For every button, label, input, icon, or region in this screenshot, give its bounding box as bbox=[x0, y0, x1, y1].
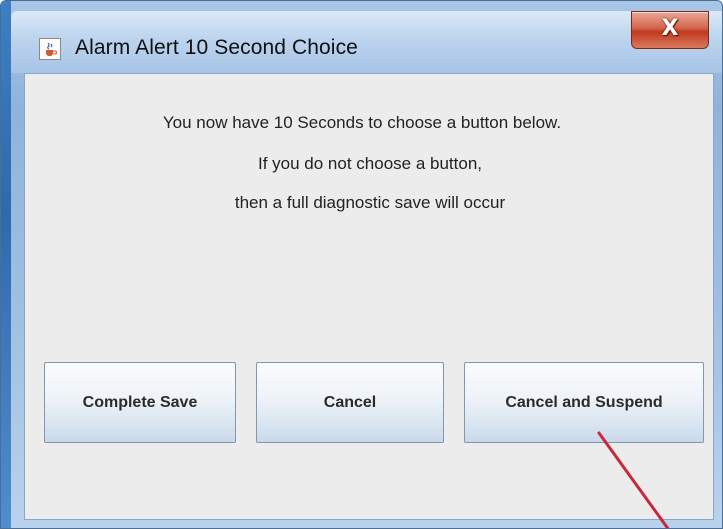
cancel-button[interactable]: Cancel bbox=[256, 362, 444, 443]
title-bar[interactable]: Alarm Alert 10 Second Choice bbox=[11, 11, 722, 73]
desktop-background-strip bbox=[1, 1, 11, 528]
dialog-content: You now have 10 Seconds to choose a butt… bbox=[24, 73, 714, 520]
complete-save-button[interactable]: Complete Save bbox=[44, 362, 236, 443]
window-title: Alarm Alert 10 Second Choice bbox=[75, 36, 358, 59]
close-icon[interactable]: X bbox=[632, 16, 708, 41]
cancel-and-suspend-button[interactable]: Cancel and Suspend bbox=[464, 362, 704, 443]
dialog-window: Alarm Alert 10 Second Choice X You now h… bbox=[0, 0, 723, 529]
java-cup-icon bbox=[39, 38, 61, 60]
message-line-3: then a full diagnostic save will occur bbox=[234, 193, 506, 212]
message-line-2: If you do not choose a button, bbox=[258, 154, 482, 173]
close-button[interactable]: X bbox=[631, 11, 709, 49]
message-line-1: You now have 10 Seconds to choose a butt… bbox=[162, 113, 562, 132]
